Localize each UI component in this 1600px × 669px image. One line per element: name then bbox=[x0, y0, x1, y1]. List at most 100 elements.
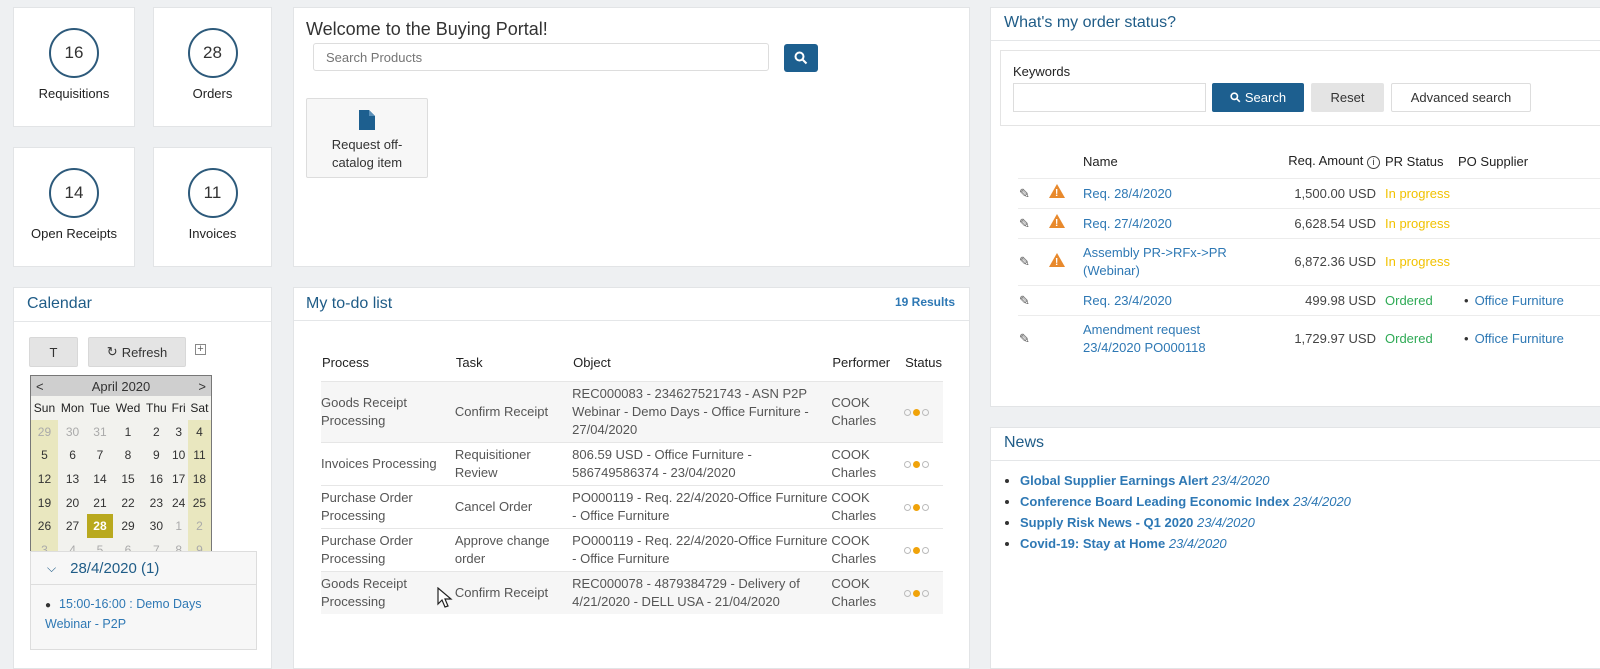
list-item[interactable]: Covid-19: Stay at Home 23/4/2020 bbox=[1020, 536, 1351, 551]
today-button[interactable]: T bbox=[29, 337, 78, 367]
column-header[interactable]: Object bbox=[572, 343, 831, 382]
list-item[interactable]: Supply Risk News - Q1 2020 23/4/2020 bbox=[1020, 515, 1351, 530]
order-name-link[interactable]: Req. 27/4/2020 bbox=[1082, 209, 1279, 239]
pencil-icon[interactable]: ✎ bbox=[1019, 331, 1030, 346]
performer-link[interactable]: COOK Charles bbox=[831, 486, 904, 529]
object-link[interactable]: REC000078 - 4879384729 - Delivery of 4/2… bbox=[572, 572, 831, 615]
calendar-day[interactable]: 5 bbox=[31, 443, 58, 468]
calendar-day[interactable]: 6 bbox=[58, 444, 87, 468]
calendar-day[interactable]: 24 bbox=[169, 491, 187, 515]
news-link[interactable]: Supply Risk News - Q1 2020 bbox=[1020, 515, 1193, 530]
supplier-link[interactable]: Office Furniture bbox=[1475, 293, 1564, 308]
column-header[interactable]: PO Supplier bbox=[1457, 144, 1600, 179]
supplier-cell[interactable] bbox=[1457, 209, 1600, 239]
tile-open-receipts[interactable]: 14 Open Receipts bbox=[13, 147, 135, 267]
calendar-day[interactable]: 31 bbox=[87, 420, 113, 444]
tile-orders[interactable]: 28 Orders bbox=[153, 7, 272, 127]
calendar-day[interactable]: 4 bbox=[187, 420, 211, 444]
calendar-day[interactable]: 16 bbox=[143, 467, 169, 491]
calendar-day[interactable]: 1 bbox=[113, 420, 144, 444]
calendar-day[interactable]: 22 bbox=[113, 491, 144, 515]
performer-link[interactable]: COOK Charles bbox=[831, 529, 904, 572]
column-header[interactable]: Task bbox=[455, 343, 572, 382]
calendar-day[interactable]: 18 bbox=[187, 467, 211, 491]
calendar-day[interactable]: 13 bbox=[58, 467, 87, 491]
calendar-day[interactable]: 19 bbox=[31, 490, 58, 515]
order-name-link[interactable]: Req. 28/4/2020 bbox=[1082, 179, 1279, 209]
calendar-day[interactable]: 2 bbox=[187, 514, 211, 538]
calendar-day[interactable]: 11 bbox=[187, 443, 211, 468]
todo-results-count[interactable]: 19 Results bbox=[895, 295, 955, 309]
performer-link[interactable]: COOK Charles bbox=[831, 443, 904, 486]
advanced-search-button[interactable]: Advanced search bbox=[1391, 83, 1531, 112]
calendar-day[interactable]: 29 bbox=[113, 514, 144, 538]
supplier-cell[interactable] bbox=[1457, 239, 1600, 286]
info-icon[interactable]: i bbox=[1367, 156, 1380, 169]
tile-requisitions[interactable]: 16 Requisitions bbox=[13, 7, 135, 127]
product-search-button[interactable] bbox=[784, 44, 818, 72]
pencil-icon[interactable]: ✎ bbox=[1019, 293, 1030, 308]
calendar-day[interactable]: 3 bbox=[169, 420, 187, 444]
calendar-day[interactable]: 2 bbox=[143, 420, 169, 444]
table-row[interactable]: Invoices Processing Requisitioner Review… bbox=[321, 442, 943, 486]
pencil-icon[interactable]: ✎ bbox=[1019, 186, 1030, 201]
calendar-day[interactable]: 21 bbox=[87, 491, 113, 515]
column-header[interactable]: Status bbox=[904, 343, 943, 382]
table-row[interactable]: ✎ Req. 28/4/2020 1,500.00 USD In progres… bbox=[1018, 178, 1600, 209]
prev-month-button[interactable]: < bbox=[36, 379, 44, 394]
order-search-button[interactable]: Search bbox=[1212, 83, 1304, 112]
calendar-day[interactable]: 1 bbox=[169, 514, 187, 538]
calendar-day[interactable]: 27 bbox=[58, 514, 87, 538]
calendar-day[interactable]: 25 bbox=[187, 490, 211, 515]
table-row[interactable]: ✎ Amendment request 23/4/2020 PO000118 1… bbox=[1018, 315, 1600, 363]
news-link[interactable]: Global Supplier Earnings Alert bbox=[1020, 473, 1208, 488]
calendar-day[interactable]: 15 bbox=[113, 467, 144, 491]
calendar-day[interactable]: 30 bbox=[58, 420, 87, 444]
column-header[interactable]: Performer bbox=[831, 343, 904, 382]
table-row[interactable]: ✎ Assembly PR->RFx->PR (Webinar) 6,872.3… bbox=[1018, 238, 1600, 286]
object-link[interactable]: REC000083 - 234627521743 - ASN P2P Webin… bbox=[572, 382, 831, 443]
object-link[interactable]: PO000119 - Req. 22/4/2020-Office Furnitu… bbox=[572, 486, 831, 529]
calendar-day[interactable]: 10 bbox=[169, 444, 187, 468]
pencil-icon[interactable]: ✎ bbox=[1019, 254, 1030, 269]
calendar-day[interactable]: 26 bbox=[31, 514, 58, 538]
calendar-day[interactable]: 12 bbox=[31, 467, 58, 491]
performer-link[interactable]: COOK Charles bbox=[831, 382, 904, 443]
calendar-day[interactable]: 7 bbox=[87, 444, 113, 468]
calendar-day[interactable]: 29 bbox=[31, 420, 58, 444]
calendar-day[interactable]: 23 bbox=[143, 491, 169, 515]
calendar-day[interactable]: 9 bbox=[143, 444, 169, 468]
order-name-link[interactable]: Req. 23/4/2020 bbox=[1082, 286, 1279, 316]
supplier-link[interactable]: Office Furniture bbox=[1475, 331, 1564, 346]
news-link[interactable]: Covid-19: Stay at Home bbox=[1020, 536, 1165, 551]
calendar-day[interactable]: 17 bbox=[169, 467, 187, 491]
news-link[interactable]: Conference Board Leading Economic Index bbox=[1020, 494, 1289, 509]
performer-link[interactable]: COOK Charles bbox=[831, 572, 904, 615]
event-date-header[interactable]: ⌵ 28/4/2020 (1) bbox=[31, 552, 256, 585]
column-header[interactable]: Process bbox=[321, 343, 455, 382]
keywords-input[interactable] bbox=[1013, 83, 1206, 112]
tile-invoices[interactable]: 11 Invoices bbox=[153, 147, 272, 267]
column-header[interactable]: Req. Amount i bbox=[1279, 144, 1384, 179]
request-offcatalog-button[interactable]: Request off-catalog item bbox=[306, 98, 428, 178]
list-item[interactable]: Conference Board Leading Economic Index … bbox=[1020, 494, 1351, 509]
expand-icon[interactable]: + bbox=[195, 344, 206, 355]
calendar-day[interactable]: 8 bbox=[113, 444, 144, 468]
reset-button[interactable]: Reset bbox=[1311, 83, 1384, 112]
calendar-day[interactable]: 30 bbox=[143, 514, 169, 538]
table-row[interactable]: ✎ Req. 27/4/2020 6,628.54 USD In progres… bbox=[1018, 208, 1600, 239]
next-month-button[interactable]: > bbox=[198, 379, 206, 394]
column-header[interactable]: PR Status bbox=[1384, 144, 1457, 179]
object-link[interactable]: 806.59 USD - Office Furniture - 58674958… bbox=[572, 443, 831, 486]
table-row[interactable]: Goods Receipt Processing Confirm Receipt… bbox=[321, 571, 943, 615]
calendar-day[interactable]: 20 bbox=[58, 491, 87, 515]
list-item[interactable]: Global Supplier Earnings Alert 23/4/2020 bbox=[1020, 473, 1351, 488]
table-row[interactable]: Purchase Order Processing Cancel Order P… bbox=[321, 485, 943, 529]
pencil-icon[interactable]: ✎ bbox=[1019, 216, 1030, 231]
table-row[interactable]: Purchase Order Processing Approve change… bbox=[321, 528, 943, 572]
product-search-input[interactable] bbox=[313, 43, 769, 71]
calendar-event-link[interactable]: 15:00-16:00 : Demo Days Webinar - P2P bbox=[45, 597, 202, 631]
refresh-button[interactable]: ↻ Refresh bbox=[88, 337, 186, 367]
supplier-cell[interactable] bbox=[1457, 179, 1600, 209]
column-header[interactable]: Name bbox=[1082, 144, 1279, 179]
